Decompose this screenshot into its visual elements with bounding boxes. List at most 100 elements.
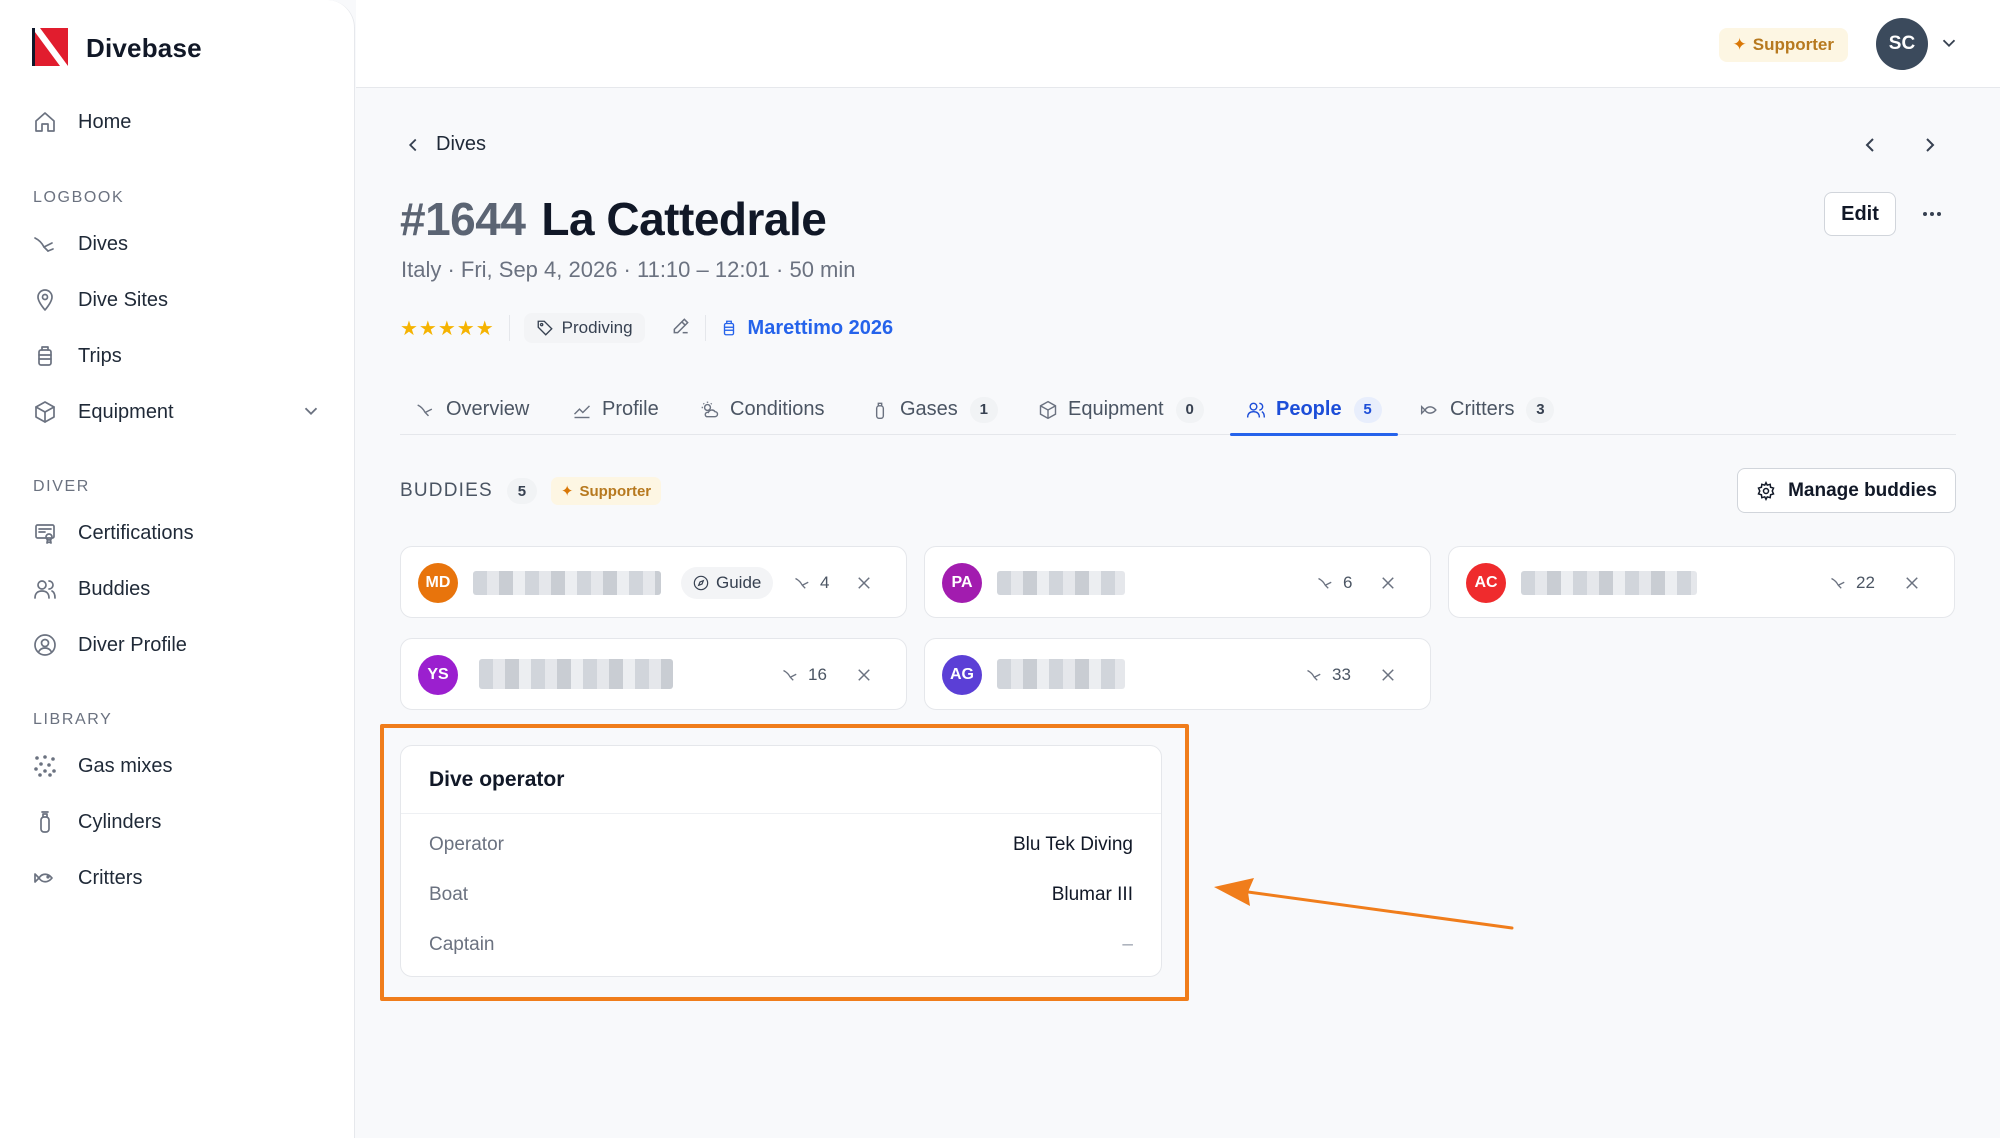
sidebar-item-label: Dive Sites	[78, 288, 169, 311]
close-icon	[858, 669, 870, 681]
sidebar-item-certifications[interactable]: Certifications	[32, 515, 322, 551]
buddy-card[interactable]: MD Guide 4	[400, 546, 907, 618]
captain-value: –	[1122, 934, 1133, 955]
sidebar-item-gas-mixes[interactable]: Gas mixes	[32, 748, 322, 784]
manage-buddies-button[interactable]: Manage buddies	[1737, 468, 1956, 513]
remove-buddy-button[interactable]	[1376, 571, 1400, 595]
supporter-badge: ✦ Supporter	[550, 477, 662, 505]
back-label: Dives	[436, 133, 487, 155]
sidebar-item-dive-sites[interactable]: Dive Sites	[32, 282, 322, 318]
page-title: #1644 La Cattedrale	[400, 192, 827, 246]
tab-critters[interactable]: Critters 3	[1420, 384, 1555, 435]
chevron-down-icon[interactable]	[300, 400, 322, 428]
tab-overview[interactable]: Overview	[416, 384, 529, 435]
next-dive-button[interactable]	[1918, 133, 1942, 162]
user-avatar[interactable]: SC	[1876, 18, 1928, 70]
sidebar-item-label: Certifications	[78, 521, 194, 544]
tab-profile[interactable]: Profile	[572, 384, 659, 435]
sidebar-item-home[interactable]: Home	[32, 104, 322, 140]
sidebar-item-label: Critters	[78, 866, 143, 889]
remove-buddy-button[interactable]	[852, 571, 876, 595]
redacted-name	[473, 571, 661, 595]
tab-label: People	[1276, 398, 1342, 420]
tab-conditions[interactable]: Conditions	[700, 384, 825, 435]
remove-buddy-button[interactable]	[1376, 663, 1400, 687]
buddy-card[interactable]: YS 16	[400, 638, 907, 710]
remove-buddy-button[interactable]	[1900, 571, 1924, 595]
chevron-down-icon[interactable]	[1938, 32, 1960, 59]
dive-icon	[795, 577, 809, 589]
sparkle-icon: ✦	[1732, 35, 1747, 54]
shared-dives: 16	[782, 663, 827, 687]
sidebar-item-label: Dives	[78, 232, 129, 255]
supporter-badge[interactable]: ✦ Supporter	[1718, 28, 1848, 62]
tag-icon	[537, 320, 553, 336]
chevron-right-icon	[1926, 138, 1935, 152]
divebase-logo-icon	[32, 28, 68, 66]
certificate-icon	[32, 520, 58, 546]
luggage-icon	[723, 320, 734, 336]
buddies-title: BUDDIES	[400, 480, 493, 501]
redacted-name	[997, 571, 1125, 595]
buddy-card[interactable]: AC 22	[1448, 546, 1955, 618]
sidebar-item-label: Home	[78, 110, 132, 133]
chevron-left-icon	[408, 138, 417, 151]
close-icon	[1382, 669, 1394, 681]
tab-label: Conditions	[730, 398, 825, 420]
sidebar-item-trips[interactable]: Trips	[32, 338, 322, 374]
dive-tabs: Overview Profile Conditions Gases 1 Equi…	[400, 384, 1956, 436]
tag-chip[interactable]: Prodiving	[523, 313, 645, 343]
cylinder-icon	[32, 809, 58, 835]
luggage-icon	[32, 343, 58, 369]
shared-dives-count: 6	[1343, 573, 1353, 592]
remove-buddy-button[interactable]	[852, 663, 876, 687]
edit-button[interactable]: Edit	[1824, 192, 1896, 236]
box-icon	[1039, 400, 1057, 419]
rating-stars[interactable]: ★★★★★	[400, 316, 495, 341]
sidebar-item-label: Trips	[78, 344, 122, 367]
trip-label: Marettimo 2026	[747, 316, 894, 339]
operator-label: Operator	[429, 834, 504, 855]
back-link[interactable]: Dives	[402, 133, 486, 156]
dive-name: La Cattedrale	[541, 193, 827, 245]
captain-label: Captain	[429, 934, 495, 955]
tab-label: Gases	[900, 398, 958, 420]
shared-dives: 6	[1317, 571, 1352, 595]
edit-tags-button[interactable]	[671, 316, 691, 341]
sidebar-item-cylinders[interactable]: Cylinders	[32, 804, 322, 840]
buddy-card[interactable]: AG 33	[924, 638, 1431, 710]
operator-value: Blu Tek Diving	[1012, 834, 1133, 855]
sidebar-item-buddies[interactable]: Buddies	[32, 571, 322, 607]
boat-value: Blumar III	[1051, 884, 1133, 905]
shared-dives: 22	[1830, 571, 1875, 595]
close-icon	[1382, 577, 1394, 589]
sidebar-item-label: Diver Profile	[78, 633, 187, 656]
buddy-avatar: AC	[1466, 563, 1506, 603]
dive-icon	[1831, 577, 1845, 589]
tab-people[interactable]: People 5	[1230, 384, 1398, 436]
more-options-button[interactable]	[1916, 200, 1948, 228]
sidebar-item-equipment[interactable]: Equipment	[32, 394, 322, 430]
captain-row: Captain –	[429, 931, 1133, 959]
tab-gases[interactable]: Gases 1	[870, 384, 998, 435]
redacted-name	[997, 659, 1125, 689]
sidebar-item-dives[interactable]: Dives	[32, 226, 322, 262]
supporter-label: Supporter	[579, 482, 652, 500]
chart-icon	[573, 404, 591, 418]
sidebar-item-label: Gas mixes	[78, 754, 173, 777]
tab-equipment[interactable]: Equipment 0	[1038, 384, 1204, 435]
sidebar-item-label: Equipment	[78, 400, 174, 423]
buddy-card[interactable]: PA 6	[924, 546, 1431, 618]
top-bar: ✦ Supporter SC	[356, 0, 2000, 88]
section-label-library: LIBRARY	[33, 711, 113, 728]
divider	[401, 813, 1161, 814]
redacted-name	[1521, 571, 1697, 595]
buddy-avatar: AG	[942, 655, 982, 695]
previous-dive-button[interactable]	[1858, 133, 1882, 162]
trip-link[interactable]: Marettimo 2026	[720, 316, 894, 340]
brand[interactable]: Divebase	[32, 26, 202, 70]
sidebar-item-diver-profile[interactable]: Diver Profile	[32, 627, 322, 663]
divider	[508, 315, 510, 341]
dive-icon	[1307, 669, 1321, 681]
sidebar-item-critters[interactable]: Critters	[32, 860, 322, 896]
